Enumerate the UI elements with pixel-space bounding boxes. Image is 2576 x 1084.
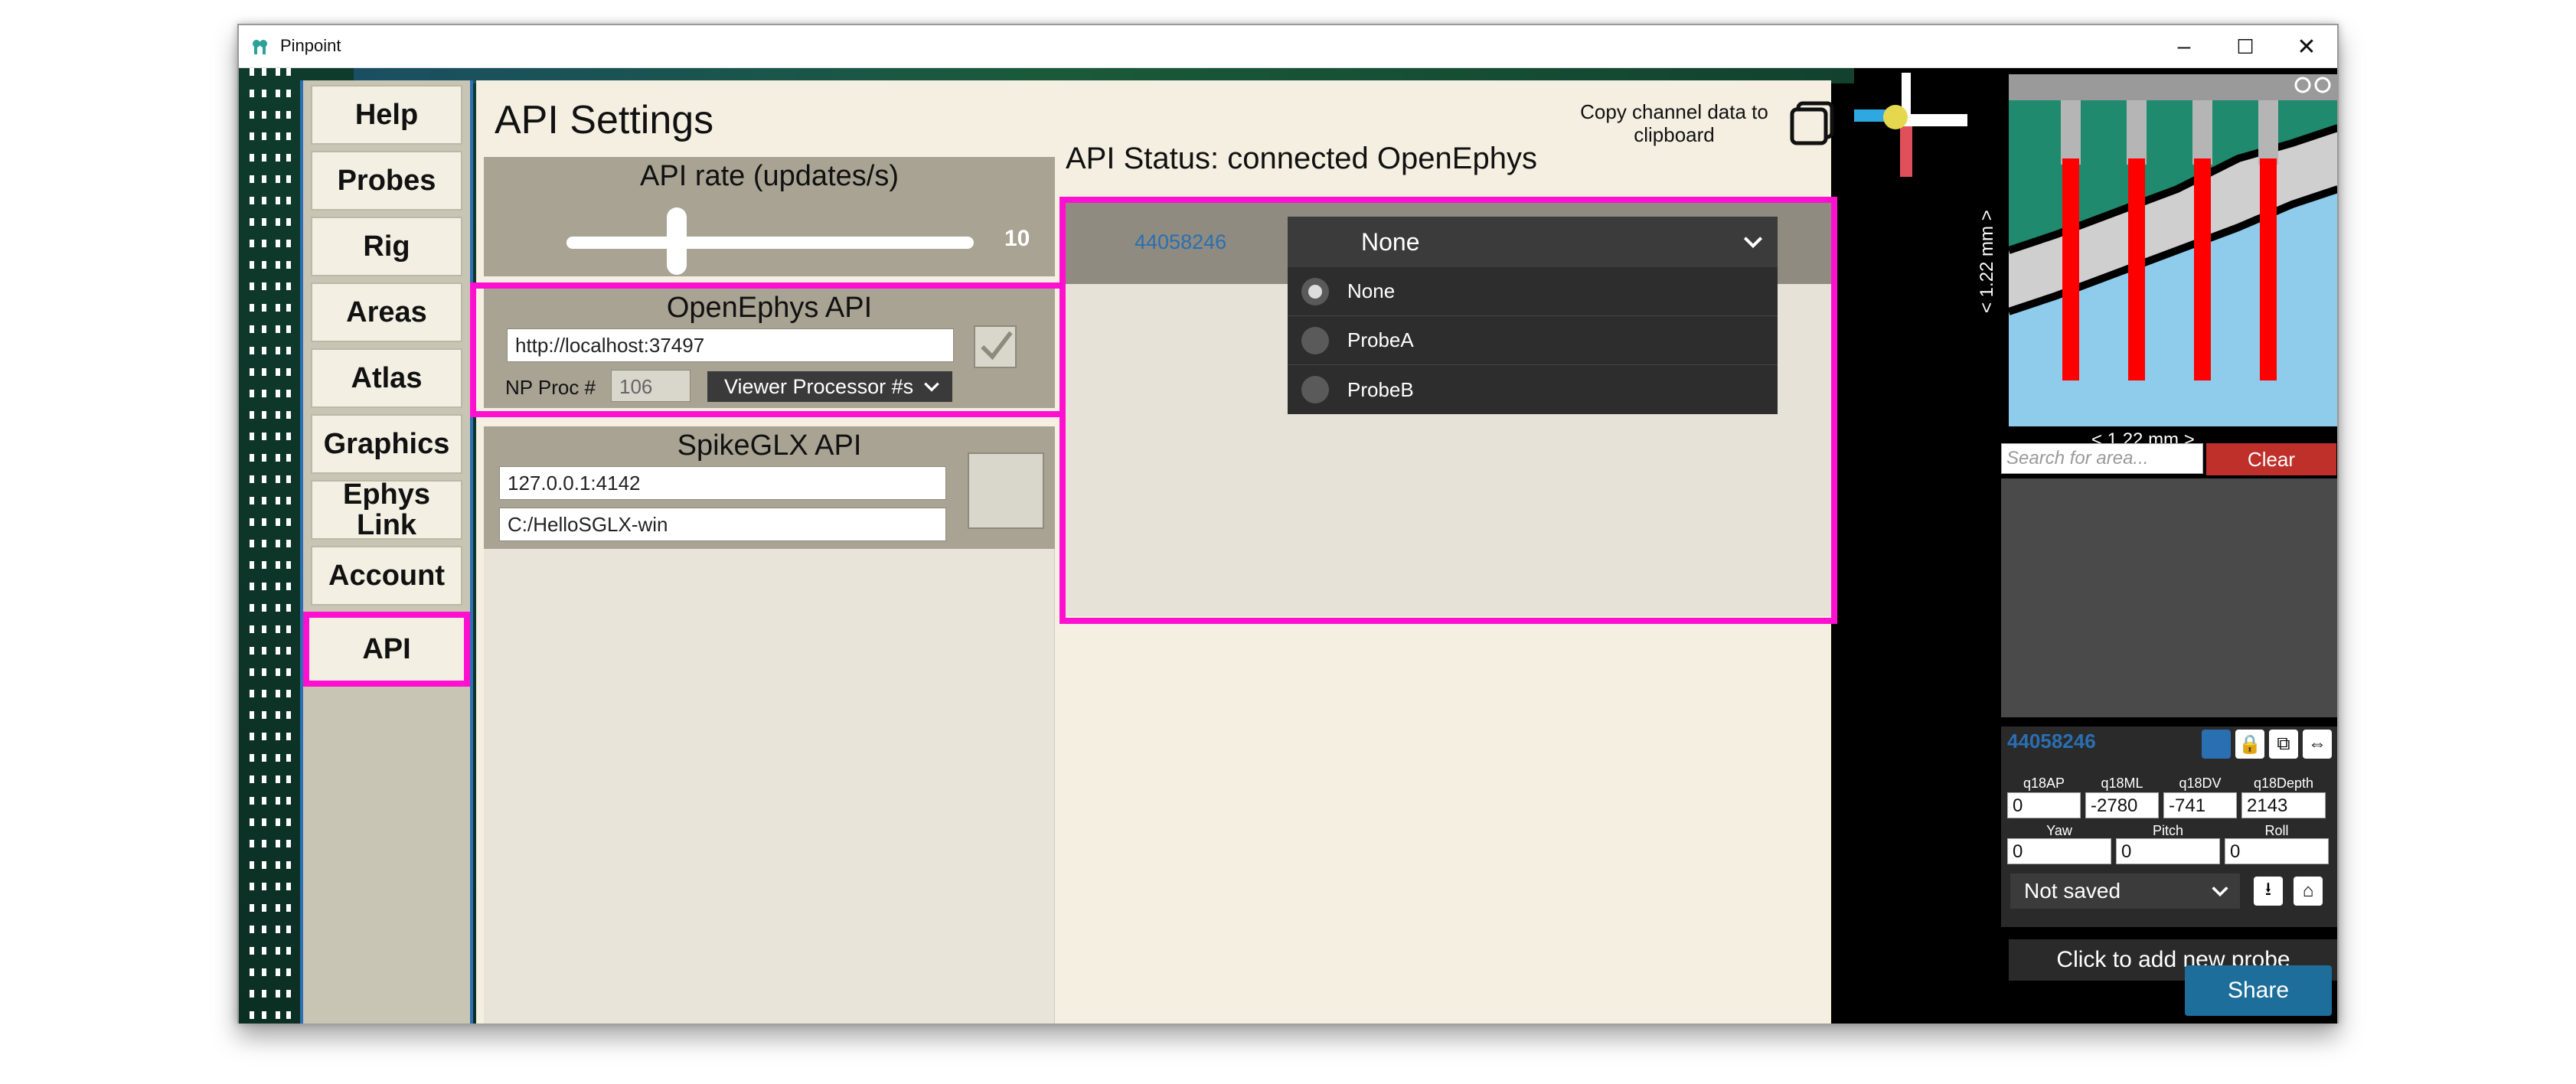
window-title: Pinpoint — [280, 36, 341, 55]
left-column-fill — [484, 549, 1055, 1024]
spikeglx-connect-checkbox[interactable] — [968, 452, 1044, 529]
download-icon[interactable]: ⭳ — [2254, 877, 2283, 906]
duplicate-icon[interactable]: ⧉ — [2269, 730, 2298, 759]
home-icon[interactable]: ⌂ — [2294, 877, 2323, 906]
close-button[interactable]: ✕ — [2276, 25, 2337, 68]
saved-state-dropdown[interactable]: Not saved — [2010, 873, 2240, 909]
ml-label: q18ML — [2101, 775, 2143, 791]
api-rate-slider-fill — [566, 237, 677, 249]
right-panel: < 1.22 mm > < 1.22 mm > Search for area.… — [1854, 68, 2337, 1024]
pitch-label: Pitch — [2152, 823, 2184, 838]
nav-probes-button[interactable]: Probes — [311, 151, 462, 211]
nav-rig-button[interactable]: Rig — [311, 217, 462, 276]
saved-state-label: Not saved — [2024, 879, 2121, 903]
pinpoint-logo-icon — [253, 40, 267, 54]
swap-icon[interactable]: ⇔ — [2303, 730, 2332, 759]
copy-icon[interactable] — [1789, 100, 1835, 146]
probe-control-panel: 44058246 🔒 ⧉ ⇔ q18AP q18ML q18DV q18Dept… — [2001, 726, 2337, 927]
ap-label: q18AP — [2023, 775, 2065, 791]
nav-help-button[interactable]: Help — [311, 85, 462, 145]
slice-image — [2009, 74, 2337, 426]
spikeglx-path-input[interactable]: C:/HelloSGLX-win — [499, 508, 946, 541]
probe-slice-view[interactable] — [2009, 74, 2337, 426]
api-rate-title: API rate (updates/s) — [640, 160, 899, 192]
api-status-highlight — [1059, 197, 1837, 624]
roll-input[interactable]: 0 — [2225, 838, 2329, 864]
roll-label: Roll — [2264, 823, 2289, 838]
client-area: Help Probes Rig Areas Atlas Graphics Eph… — [239, 68, 2337, 1024]
yaw-input[interactable]: 0 — [2007, 838, 2111, 864]
slice-y-label: < 1.22 mm > — [1977, 210, 1997, 313]
nav-graphics-button[interactable]: Graphics — [311, 414, 462, 474]
maximize-button[interactable]: ☐ — [2215, 25, 2276, 68]
depth-label: q18Depth — [2253, 775, 2314, 791]
yaw-label: Yaw — [2046, 823, 2072, 838]
title-bar: Pinpoint – ☐ ✕ — [239, 25, 2337, 68]
spikeglx-host-input[interactable]: 127.0.0.1:4142 — [499, 466, 946, 500]
clear-button[interactable]: Clear — [2206, 443, 2336, 475]
ml-input[interactable]: -2780 — [2085, 792, 2159, 818]
share-button[interactable]: Share — [2185, 965, 2332, 1016]
nav-atlas-button[interactable]: Atlas — [311, 348, 462, 408]
nav-areas-button[interactable]: Areas — [311, 282, 462, 342]
api-rate-slider-handle[interactable] — [666, 207, 687, 275]
nav-account-button[interactable]: Account — [311, 546, 462, 606]
lock-icon[interactable]: 🔒 — [2235, 730, 2264, 759]
chevron-down-icon — [2212, 886, 2228, 897]
api-rate-value: 10 — [1004, 226, 1030, 251]
sidebar: Help Probes Rig Areas Atlas Graphics Eph… — [300, 80, 473, 1024]
probe-color-icon[interactable] — [2202, 730, 2231, 759]
nav-api-button[interactable]: API — [303, 612, 470, 687]
nav-ephys-link-button[interactable]: Ephys Link — [311, 479, 462, 540]
area-list-panel — [2001, 478, 2337, 717]
dv-label: q18DV — [2179, 775, 2222, 791]
page-title: API Settings — [495, 98, 714, 142]
axes-gizmo-icon[interactable] — [1854, 68, 1977, 191]
depth-input[interactable]: 2143 — [2241, 792, 2326, 818]
area-search-input[interactable]: Search for area... — [2001, 443, 2203, 474]
app-window: Pinpoint – ☐ ✕ Help Probes Rig Areas Atl… — [237, 24, 2339, 1024]
probe-id-label: 44058246 — [2007, 730, 2096, 753]
pitch-input[interactable]: 0 — [2116, 838, 2220, 864]
spikeglx-panel: SpikeGLX API 127.0.0.1:4142 C:/HelloSGLX… — [484, 426, 1055, 549]
ap-input[interactable]: 0 — [2007, 792, 2081, 818]
api-rate-panel: API rate (updates/s) 10 — [484, 157, 1055, 276]
minimize-button[interactable]: – — [2153, 25, 2215, 68]
api-settings-panel: API Settings Copy channel data to clipbo… — [470, 80, 1837, 1024]
api-status-label: API Status: connected OpenEphys — [1066, 142, 1537, 175]
dv-input[interactable]: -741 — [2163, 792, 2237, 818]
copy-channel-label: Copy channel data to clipboard — [1580, 100, 1768, 146]
openephys-highlight — [470, 282, 1069, 417]
